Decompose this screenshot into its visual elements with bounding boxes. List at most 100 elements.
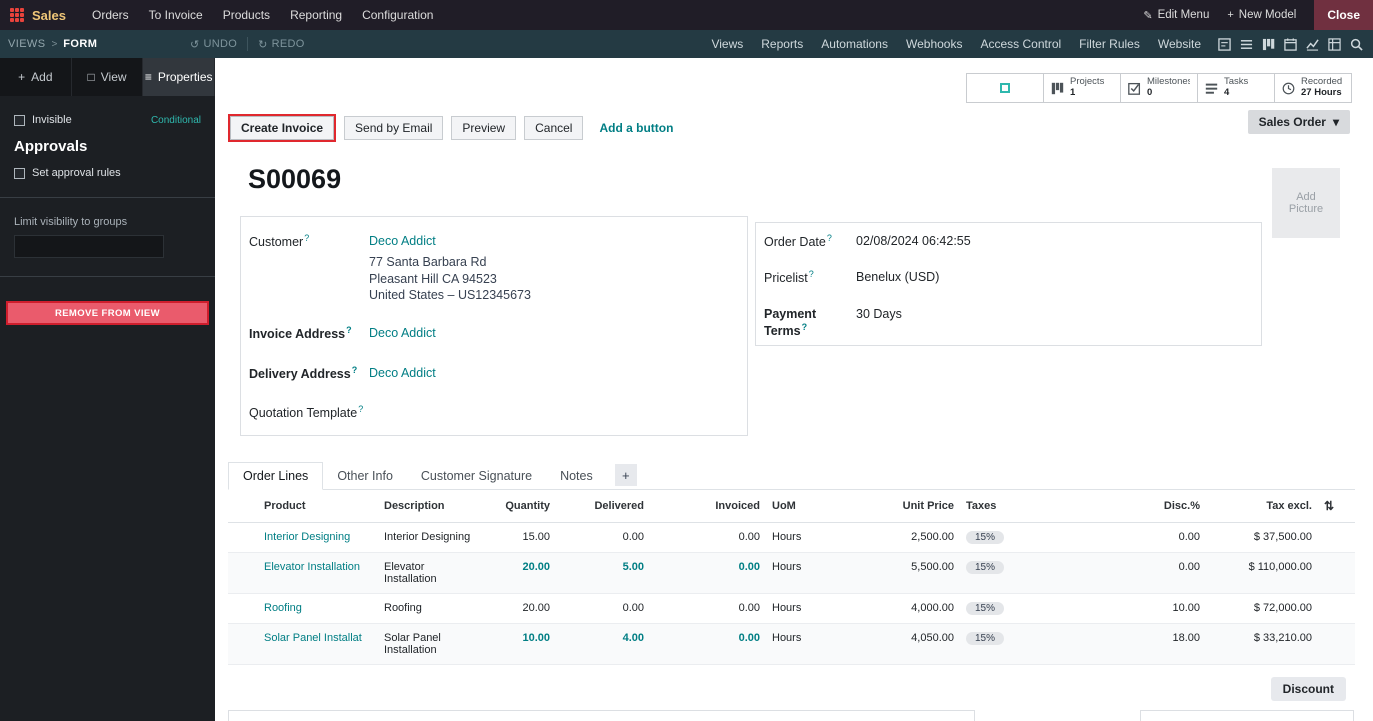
product-link[interactable]: Solar Panel Installat [264,632,362,644]
menu-reporting[interactable]: Reporting [280,0,352,30]
conditional-toggle[interactable]: Conditional [151,115,201,126]
quantity-cell[interactable]: 20.00 [484,593,556,624]
invoiced-cell[interactable]: 0.00 [650,623,766,665]
uom-cell[interactable]: Hours [766,552,822,594]
description-cell[interactable]: Elevator Installation [378,552,484,594]
delivered-cell[interactable]: 5.00 [556,552,650,594]
invoiced-cell[interactable]: 0.00 [650,593,766,624]
payment-terms-value[interactable]: 30 Days [856,306,902,322]
undo-button[interactable]: ↺ UNDO [190,38,237,51]
taxes-cell[interactable]: 15% [960,623,1092,665]
view-graph-icon[interactable] [1306,38,1319,51]
invoiced-cell[interactable]: 0.00 [650,552,766,594]
breadcrumb-views[interactable]: VIEWS [8,38,45,50]
product-link[interactable]: Elevator Installation [264,561,360,573]
tax-excl-cell[interactable]: $ 33,210.00 [1206,623,1318,665]
tax-excl-cell[interactable]: $ 72,000.00 [1206,593,1318,624]
col-product[interactable]: Product [228,490,378,523]
search-icon[interactable] [1350,38,1363,51]
cancel-button[interactable]: Cancel [524,116,584,140]
col-uom[interactable]: UoM [766,490,822,523]
taxes-cell[interactable]: 15% [960,593,1092,624]
tax-excl-cell[interactable]: $ 37,500.00 [1206,522,1318,553]
view-kanban-icon[interactable] [1262,38,1275,51]
description-cell[interactable]: Roofing [378,593,484,624]
app-name[interactable]: Sales [32,8,66,23]
tax-excl-cell[interactable]: $ 110,000.00 [1206,552,1318,594]
set-approval-rules-checkbox[interactable] [14,167,25,179]
uom-cell[interactable]: Hours [766,593,822,624]
create-invoice-button[interactable]: Create Invoice [230,116,335,140]
tab-notes[interactable]: Notes [546,463,607,489]
view-form-icon[interactable] [1218,37,1231,51]
add-stat-button[interactable] [966,73,1044,103]
studio-menu-reports[interactable]: Reports [752,30,812,58]
delivered-cell[interactable]: 0.00 [556,593,650,624]
invoice-address-value[interactable]: Deco Addict [369,325,436,341]
limit-visibility-input[interactable] [14,235,164,258]
view-list-icon[interactable] [1240,38,1253,51]
quantity-cell[interactable]: 15.00 [484,522,556,553]
invoiced-cell[interactable]: 0.00 [650,522,766,553]
tab-view[interactable]: □ View [72,58,144,96]
order-date-value[interactable]: 02/08/2024 06:42:55 [856,233,971,249]
order-line-row[interactable]: Solar Panel Installat Solar Panel Instal… [228,623,1355,665]
product-link[interactable]: Interior Designing [264,531,350,543]
stat-button-projects[interactable]: Projects 1 [1043,73,1121,103]
studio-menu-filter-rules[interactable]: Filter Rules [1070,30,1149,58]
odoo-apps-icon[interactable] [10,8,24,22]
tab-other-info[interactable]: Other Info [323,463,407,489]
studio-menu-website[interactable]: Website [1149,30,1210,58]
menu-to-invoice[interactable]: To Invoice [139,0,213,30]
menu-configuration[interactable]: Configuration [352,0,443,30]
close-studio-button[interactable]: Close [1314,0,1373,30]
discount-button[interactable]: Discount [1270,677,1346,701]
description-cell[interactable]: Interior Designing [378,522,484,553]
optional-columns-icon[interactable]: ⇅ [1318,490,1355,523]
col-quantity[interactable]: Quantity [484,490,556,523]
uom-cell[interactable]: Hours [766,623,822,665]
quantity-cell[interactable]: 20.00 [484,552,556,594]
disc-cell[interactable]: 0.00 [1092,522,1206,553]
tab-properties[interactable]: ≡ Properties [143,58,216,96]
col-invoiced[interactable]: Invoiced [650,490,766,523]
menu-orders[interactable]: Orders [82,0,139,30]
send-by-email-button[interactable]: Send by Email [344,116,444,140]
delivered-cell[interactable]: 4.00 [556,623,650,665]
remove-from-view-button[interactable]: REMOVE FROM VIEW [6,301,209,325]
add-tab-button[interactable]: + [614,464,637,486]
delivery-address-value[interactable]: Deco Addict [369,365,436,381]
delivered-cell[interactable]: 0.00 [556,522,650,553]
col-tax-excl[interactable]: Tax excl. [1206,490,1318,523]
customer-value[interactable]: Deco Addict [369,233,436,249]
add-picture-placeholder[interactable]: Add Picture [1272,168,1340,238]
unit-price-cell[interactable]: 4,050.00 [822,623,960,665]
new-model-button[interactable]: + New Model [1227,9,1296,21]
col-disc[interactable]: Disc.% [1092,490,1206,523]
taxes-cell[interactable]: 15% [960,552,1092,594]
col-description[interactable]: Description [378,490,484,523]
disc-cell[interactable]: 0.00 [1092,552,1206,594]
col-taxes[interactable]: Taxes [960,490,1092,523]
col-unit-price[interactable]: Unit Price [822,490,960,523]
disc-cell[interactable]: 10.00 [1092,593,1206,624]
tab-customer-signature[interactable]: Customer Signature [407,463,546,489]
invisible-checkbox[interactable] [14,114,25,126]
view-calendar-icon[interactable] [1284,37,1297,51]
add-a-button-link[interactable]: Add a button [599,121,673,135]
uom-cell[interactable]: Hours [766,522,822,553]
stat-button-recorded[interactable]: Recorded 27 Hours [1274,73,1352,103]
order-line-row[interactable]: Interior Designing Interior Designing 15… [228,522,1355,553]
edit-menu-button[interactable]: ✎ Edit Menu [1143,9,1209,22]
status-dropdown[interactable]: Sales Order ▾ [1247,110,1350,134]
menu-products[interactable]: Products [213,0,280,30]
studio-menu-access-control[interactable]: Access Control [971,30,1070,58]
tab-add[interactable]: + Add [0,58,72,96]
view-pivot-icon[interactable] [1328,37,1341,51]
unit-price-cell[interactable]: 5,500.00 [822,552,960,594]
studio-menu-automations[interactable]: Automations [812,30,897,58]
tab-order-lines[interactable]: Order Lines [228,462,324,490]
description-cell[interactable]: Solar Panel Installation [378,623,484,665]
disc-cell[interactable]: 18.00 [1092,623,1206,665]
pricelist-value[interactable]: Benelux (USD) [856,269,939,285]
